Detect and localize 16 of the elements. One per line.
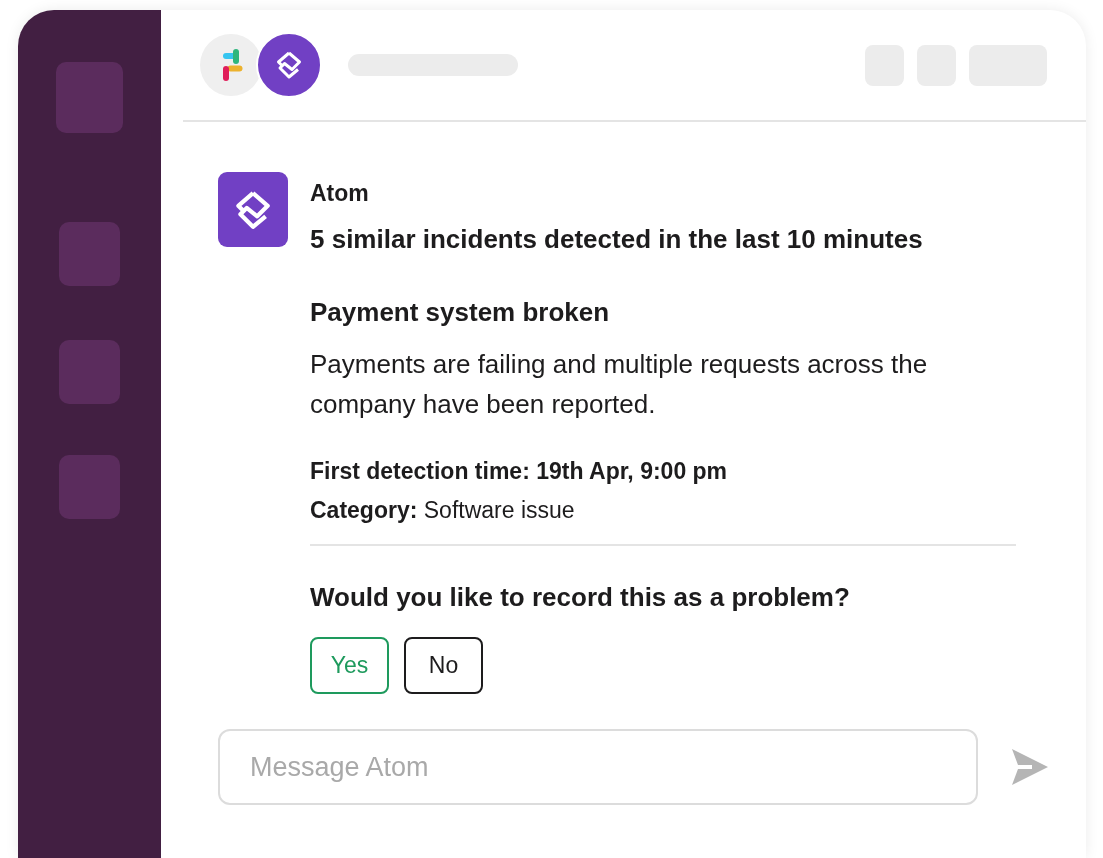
atom-logo-icon: [274, 50, 304, 80]
send-icon[interactable]: [1010, 747, 1050, 787]
sidebar-item[interactable]: [59, 455, 120, 519]
answer-button[interactable]: No: [404, 637, 483, 694]
message-headline: 5 similar incidents detected in the last 10 minutes: [310, 224, 924, 255]
sidebar-item[interactable]: [59, 340, 120, 404]
incident-description: Payments are failing and multiple requests across the company have been reported.: [310, 348, 929, 421]
message-input[interactable]: Message Atom: [218, 729, 978, 805]
incident-detail: Category: Software issue: [310, 497, 576, 524]
question-text: Would you like to record this as a problem?: [310, 582, 851, 613]
incident-title: Payment system broken: [310, 297, 611, 328]
incident-detail: First detection time: 19th Apr, 9:00 pm: [310, 458, 729, 485]
sender-name: Atom: [310, 180, 370, 207]
sidebar-item[interactable]: [56, 62, 123, 133]
sidebar-item[interactable]: [59, 222, 120, 286]
answer-button[interactable]: Yes: [310, 637, 389, 694]
